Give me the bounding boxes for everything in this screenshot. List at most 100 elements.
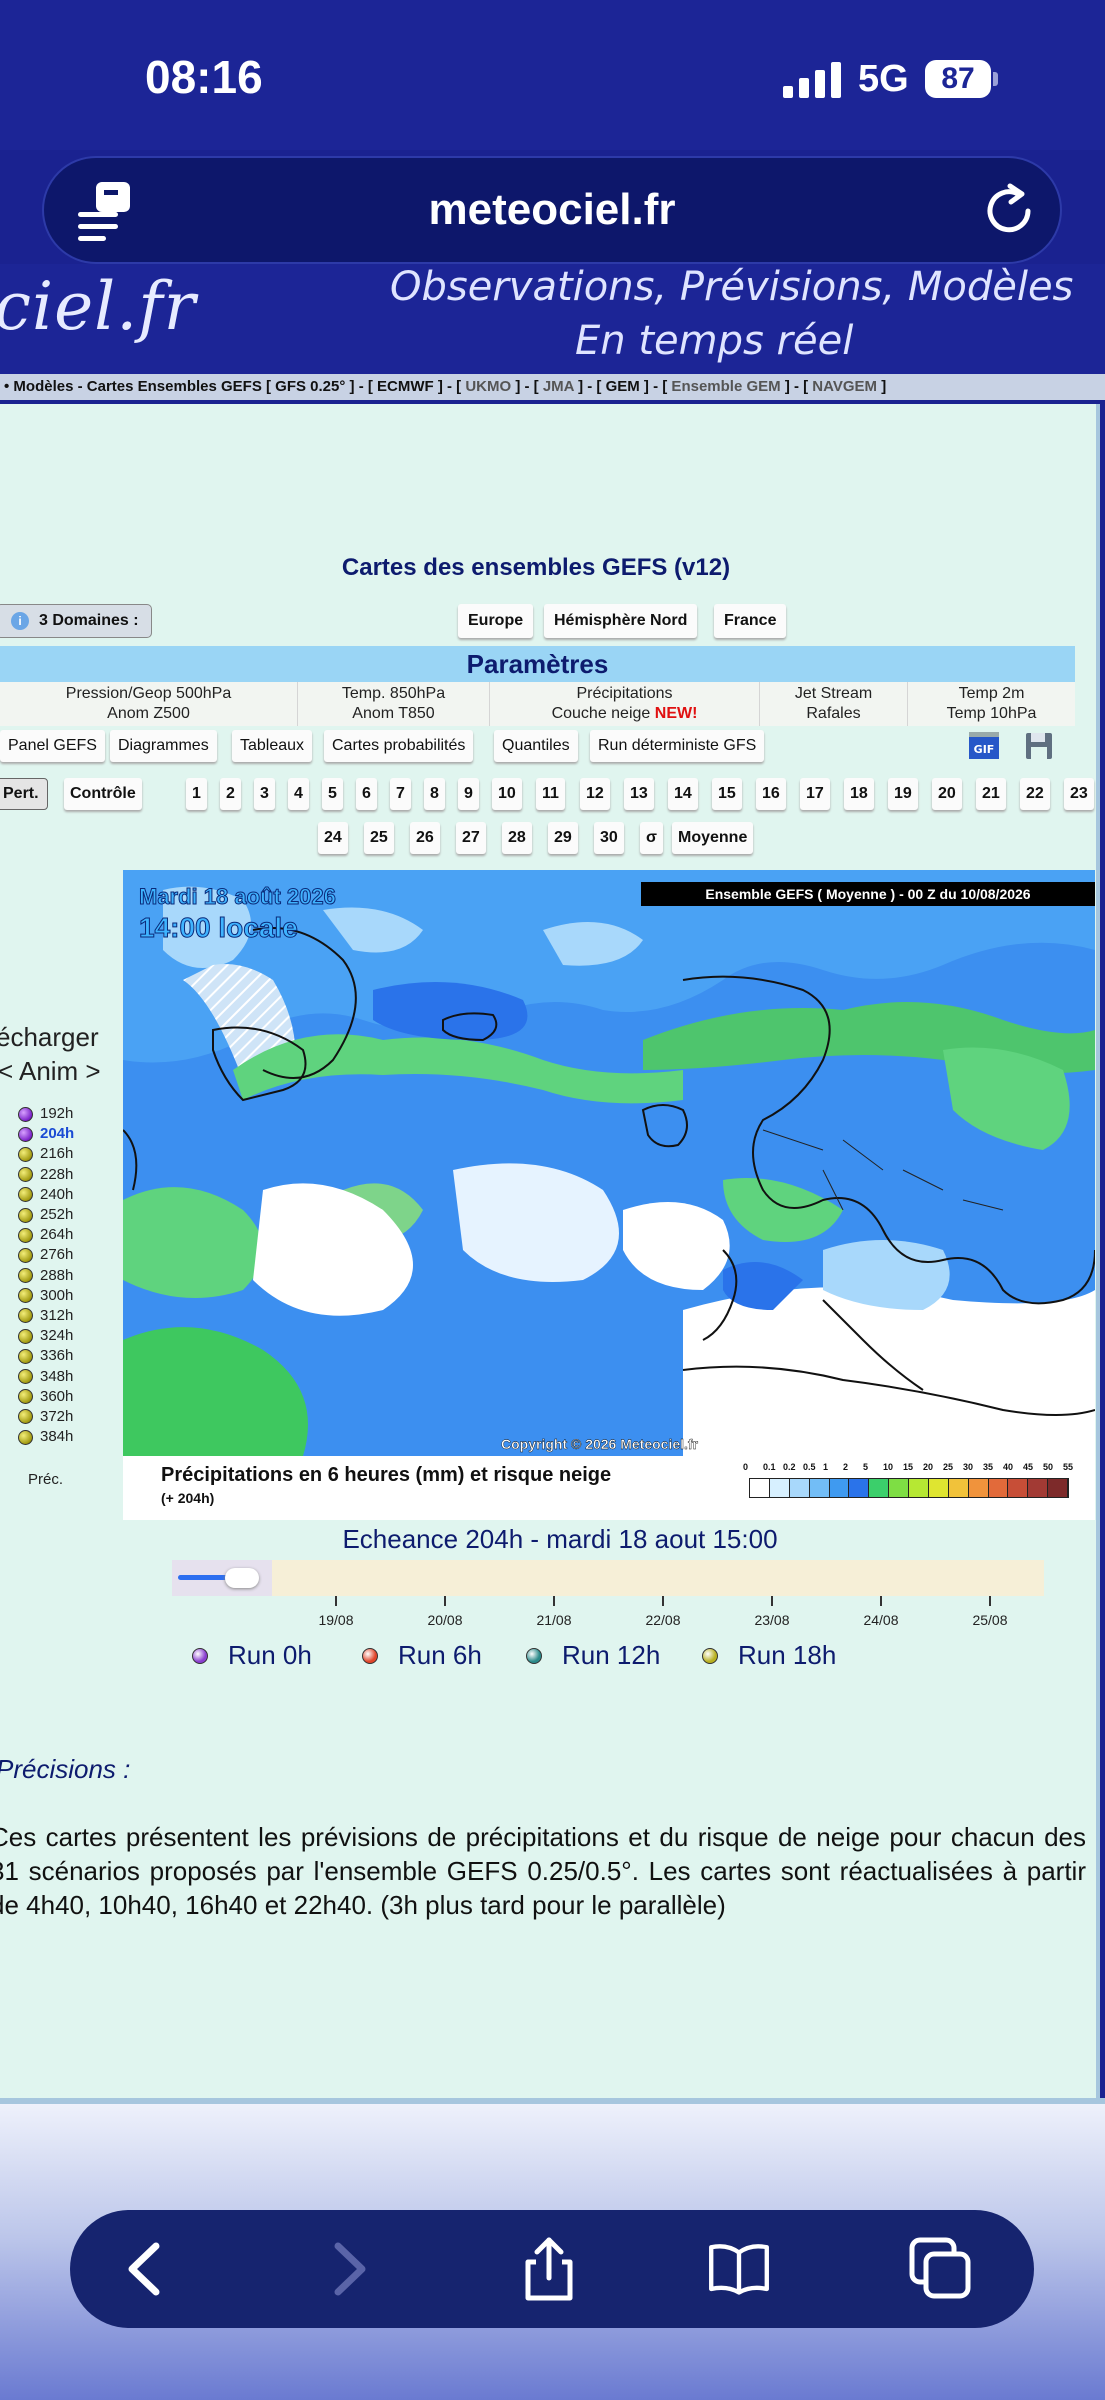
hour-item[interactable]: 264h bbox=[18, 1225, 118, 1245]
member-button[interactable]: 17 bbox=[800, 778, 830, 810]
hour-item[interactable]: 312h bbox=[18, 1306, 118, 1326]
hour-item[interactable]: 384h bbox=[18, 1427, 118, 1447]
nav-gem[interactable]: ] - [ GEM ] - [ bbox=[578, 378, 667, 395]
member-button[interactable]: Moyenne bbox=[672, 822, 754, 854]
quantiles-button[interactable]: Quantiles bbox=[494, 730, 578, 762]
tabs-icon[interactable] bbox=[908, 2236, 974, 2302]
member-button[interactable]: 15 bbox=[712, 778, 742, 810]
member-button[interactable]: 11 bbox=[536, 778, 565, 810]
member-button[interactable]: 1 bbox=[186, 778, 207, 810]
hour-item[interactable]: 276h bbox=[18, 1245, 118, 1265]
hour-item[interactable]: 216h bbox=[18, 1144, 118, 1164]
run-deterministe-button[interactable]: Run déterministe GFS bbox=[590, 730, 765, 762]
member-button[interactable]: 4 bbox=[288, 778, 309, 810]
site-logo[interactable]: ciel.fr bbox=[0, 268, 196, 345]
member-button[interactable]: 27 bbox=[456, 822, 486, 854]
address-bar[interactable]: meteociel.fr bbox=[42, 156, 1062, 264]
forecast-map[interactable]: Mardi 18 août 2026 14:00 locale Ensemble… bbox=[123, 870, 1095, 1520]
member-button[interactable]: 2 bbox=[220, 778, 241, 810]
hour-item[interactable]: 252h bbox=[18, 1205, 118, 1225]
member-button[interactable]: 24 bbox=[318, 822, 348, 854]
member-button[interactable]: 9 bbox=[458, 778, 479, 810]
hour-item[interactable]: 324h bbox=[18, 1326, 118, 1346]
member-button[interactable]: 5 bbox=[322, 778, 343, 810]
models-nav-text[interactable]: • Modèles - Cartes Ensembles GEFS [ GFS … bbox=[4, 378, 461, 395]
scale-swatch bbox=[849, 1479, 870, 1497]
domain-france[interactable]: France bbox=[714, 604, 787, 638]
gif-animation-icon[interactable]: GIF bbox=[968, 732, 1000, 760]
hour-item[interactable]: 228h bbox=[18, 1165, 118, 1185]
member-button[interactable]: 13 bbox=[624, 778, 654, 810]
page-menu-icon[interactable] bbox=[74, 178, 144, 246]
back-icon[interactable] bbox=[114, 2236, 180, 2302]
scale-swatch bbox=[869, 1479, 890, 1497]
hour-item[interactable]: 288h bbox=[18, 1266, 118, 1286]
share-icon[interactable] bbox=[516, 2236, 582, 2302]
member-button[interactable]: 6 bbox=[356, 778, 377, 810]
slider-knob[interactable] bbox=[224, 1568, 259, 1588]
member-button[interactable]: 8 bbox=[424, 778, 445, 810]
scale-label: 1 bbox=[823, 1462, 829, 1472]
pert-button[interactable]: Pert. bbox=[0, 778, 48, 810]
member-button[interactable]: 22 bbox=[1020, 778, 1050, 810]
member-button[interactable]: 29 bbox=[548, 822, 578, 854]
run-item[interactable]: Run 12h bbox=[526, 1640, 660, 1671]
member-button[interactable]: 19 bbox=[888, 778, 918, 810]
domain-hemisphere-nord[interactable]: Hémisphère Nord bbox=[544, 604, 698, 638]
tableaux-button[interactable]: Tableaux bbox=[232, 730, 313, 762]
member-button[interactable]: 21 bbox=[976, 778, 1006, 810]
hour-item[interactable]: 240h bbox=[18, 1185, 118, 1205]
member-button[interactable]: 7 bbox=[390, 778, 411, 810]
run-item[interactable]: Run 6h bbox=[362, 1640, 482, 1671]
hour-label: 300h bbox=[40, 1286, 74, 1304]
hour-label: 228h bbox=[40, 1165, 74, 1183]
member-button[interactable]: 14 bbox=[668, 778, 698, 810]
hour-item[interactable]: 300h bbox=[18, 1286, 118, 1306]
hour-item[interactable]: 204h bbox=[18, 1124, 118, 1144]
member-button[interactable]: 23 bbox=[1064, 778, 1094, 810]
hour-item[interactable]: 348h bbox=[18, 1366, 118, 1386]
hour-item[interactable]: 192h bbox=[18, 1104, 118, 1124]
reload-icon[interactable] bbox=[980, 182, 1038, 240]
cartes-probabilites-button[interactable]: Cartes probabilités bbox=[324, 730, 474, 762]
member-button[interactable]: 26 bbox=[410, 822, 440, 854]
member-button[interactable]: σ bbox=[640, 822, 663, 854]
member-button[interactable]: 12 bbox=[580, 778, 610, 810]
bookmarks-icon[interactable] bbox=[706, 2236, 772, 2302]
domains-button[interactable]: i 3 Domaines : bbox=[0, 604, 152, 638]
param-temp-2m[interactable]: Temp 2m Temp 10hPa bbox=[908, 682, 1075, 726]
hour-item[interactable]: 372h bbox=[18, 1407, 118, 1427]
nav-navgem[interactable]: NAVGEM bbox=[808, 378, 881, 395]
member-button[interactable]: 25 bbox=[364, 822, 394, 854]
member-button[interactable]: 10 bbox=[492, 778, 522, 810]
save-icon[interactable] bbox=[1024, 731, 1054, 761]
member-button[interactable]: 3 bbox=[254, 778, 275, 810]
nav-jma[interactable]: JMA bbox=[539, 378, 578, 395]
anim-link[interactable]: < Anim > bbox=[0, 1056, 101, 1087]
param-t850[interactable]: Temp. 850hPa Anom T850 bbox=[298, 682, 490, 726]
member-button[interactable]: 20 bbox=[932, 778, 962, 810]
param-jet-stream[interactable]: Jet Stream Rafales bbox=[760, 682, 908, 726]
param-geop500[interactable]: Pression/Geop 500hPa Anom Z500 bbox=[0, 682, 298, 726]
nav-ensemble-gem[interactable]: Ensemble GEM bbox=[667, 378, 785, 395]
prec-link[interactable]: Préc. bbox=[28, 1471, 63, 1488]
member-button[interactable]: Contrôle bbox=[64, 778, 142, 810]
reload-anim-link[interactable]: écharger bbox=[0, 1022, 99, 1053]
member-button[interactable]: 16 bbox=[756, 778, 786, 810]
timeline-slider[interactable] bbox=[172, 1560, 1044, 1596]
member-button[interactable]: 28 bbox=[502, 822, 532, 854]
member-button[interactable]: 30 bbox=[594, 822, 624, 854]
run-item[interactable]: Run 18h bbox=[702, 1640, 836, 1671]
run-item[interactable]: Run 0h bbox=[192, 1640, 312, 1671]
hour-item[interactable]: 360h bbox=[18, 1387, 118, 1407]
hour-item[interactable]: 336h bbox=[18, 1346, 118, 1366]
member-button[interactable]: 18 bbox=[844, 778, 874, 810]
domain-europe[interactable]: Europe bbox=[458, 604, 534, 638]
diagrammes-button[interactable]: Diagrammes bbox=[110, 730, 217, 762]
url-text[interactable]: meteociel.fr bbox=[44, 158, 1060, 262]
param-precipitations[interactable]: Précipitations Couche neige NEW! bbox=[490, 682, 760, 726]
forward-icon[interactable] bbox=[314, 2236, 380, 2302]
panel-gefs-button[interactable]: Panel GEFS bbox=[0, 730, 105, 762]
scale-swatch bbox=[1028, 1479, 1049, 1497]
nav-ukmo[interactable]: UKMO bbox=[461, 378, 515, 395]
